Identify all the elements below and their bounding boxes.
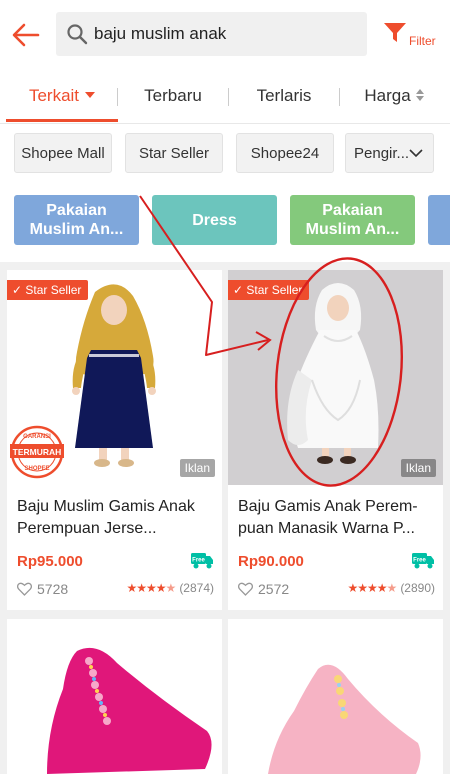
product-card[interactable]: TERMURAH GARANSI SHOPEE ✓ Star Seller Ik… <box>7 270 222 610</box>
badge-label: Star Seller <box>25 283 82 297</box>
chip-shopee24[interactable]: Shopee24 <box>236 133 334 173</box>
like-count-value: 2572 <box>258 581 290 597</box>
tab-label: Terlaris <box>256 86 312 105</box>
pink-hijab-photo <box>7 619 222 774</box>
rating-count: (2890) <box>400 581 435 595</box>
girl-white-gamis-photo <box>228 270 443 485</box>
ad-label: Iklan <box>400 459 436 477</box>
heart-icon <box>238 582 253 596</box>
filter-funnel-icon <box>384 23 406 42</box>
heart-icon <box>17 582 32 596</box>
category-dress[interactable]: Dress <box>152 195 277 245</box>
tab-terbaru[interactable]: Terbaru <box>118 70 228 122</box>
tab-label: Harga <box>364 86 411 105</box>
star-seller-badge: ✓ Star Seller <box>228 280 310 300</box>
tab-harga[interactable]: Harga <box>340 70 448 122</box>
badge-label: Star Seller <box>246 283 303 297</box>
active-tab-indicator <box>6 119 118 122</box>
back-button[interactable] <box>10 19 42 51</box>
rating-stars-icon: ★★★★★ <box>126 581 177 595</box>
filter-label: Filter <box>409 34 436 48</box>
product-title: Baju Gamis Anak Perem-puan Manasik Warna… <box>238 498 418 537</box>
category-shortcuts: Pakaian Muslim An... Dress Pakaian Musli… <box>0 182 450 262</box>
svg-text:GARANSI: GARANSI <box>23 434 51 440</box>
product-card[interactable] <box>7 619 222 774</box>
chip-label: Shopee24 <box>250 145 320 162</box>
product-card[interactable] <box>228 619 443 774</box>
filter-button[interactable]: Filter <box>378 14 444 58</box>
product-card[interactable]: ✓ Star Seller Iklan Baju Gamis Anak Pere… <box>228 270 443 610</box>
rating-stars-icon: ★★★★★ <box>347 581 398 595</box>
tab-terkait[interactable]: Terkait <box>8 70 116 122</box>
star-seller-badge: ✓ Star Seller <box>7 280 89 300</box>
product-image: ✓ Star Seller Iklan <box>228 270 443 485</box>
product-rating: ★★★★★ (2874) <box>127 581 214 595</box>
chip-label: Shopee Mall <box>21 145 105 162</box>
svg-text:SHOPEE: SHOPEE <box>24 466 49 472</box>
category-partial[interactable] <box>428 195 450 245</box>
category-pakaian-muslim-anak[interactable]: Pakaian Muslim An... <box>14 195 139 245</box>
girl-navy-gamis-photo: TERMURAH GARANSI SHOPEE <box>7 270 222 485</box>
quick-filter-chips: Shopee Mall Star Seller Shopee24 Pengir.… <box>0 124 450 182</box>
like-count-value: 5728 <box>37 581 69 597</box>
shopee-search-results-screen: baju muslim anak Filter Terkait Terbaru … <box>0 0 450 774</box>
like-count[interactable]: 2572 <box>238 580 289 598</box>
category-pakaian-muslim-anak-2[interactable]: Pakaian Muslim An... <box>290 195 415 245</box>
sort-arrows-icon <box>415 89 424 102</box>
chip-label: Pengir... <box>354 145 410 162</box>
like-count[interactable]: 5728 <box>17 580 68 598</box>
rating-count: (2874) <box>179 581 214 595</box>
product-title: Baju Muslim Gamis Anak Perempuan Jerse..… <box>17 498 195 537</box>
search-icon <box>67 24 88 45</box>
chevron-down-icon <box>409 149 423 158</box>
top-search-bar: baju muslim anak Filter <box>0 0 450 70</box>
svg-text:TERMURAH: TERMURAH <box>13 447 62 457</box>
free-shipping-icon: Free <box>191 553 213 569</box>
chip-star-seller[interactable]: Star Seller <box>125 133 223 173</box>
caret-down-icon <box>85 92 96 99</box>
product-rating: ★★★★★ (2890) <box>348 581 435 595</box>
tab-label: Terkait <box>28 86 80 105</box>
product-image: TERMURAH GARANSI SHOPEE ✓ Star Seller Ik… <box>7 270 222 485</box>
category-label: Pakaian Muslim An... <box>29 202 124 238</box>
chip-shopee-mall[interactable]: Shopee Mall <box>14 133 112 173</box>
tab-terlaris[interactable]: Terlaris <box>229 70 339 122</box>
ad-label: Iklan <box>179 459 215 477</box>
free-shipping-icon: Free <box>412 553 434 569</box>
garansi-termurah-stamp: TERMURAH GARANSI SHOPEE <box>10 425 64 479</box>
light-pink-hijab-photo <box>228 619 443 774</box>
product-price: Rp95.000 <box>17 553 83 570</box>
sort-tabs: Terkait Terbaru Terlaris Harga <box>0 70 450 124</box>
category-label: Pakaian Muslim An... <box>305 202 400 238</box>
category-label: Dress <box>192 211 237 229</box>
free-shipping-label: Free <box>413 558 426 564</box>
free-shipping-label: Free <box>192 558 205 564</box>
product-price: Rp90.000 <box>238 553 304 570</box>
search-query-text: baju muslim anak <box>94 24 227 43</box>
chip-label: Star Seller <box>138 145 210 162</box>
tab-label: Terbaru <box>144 86 202 105</box>
chip-pengiriman-dropdown[interactable]: Pengir... <box>345 133 434 173</box>
search-input[interactable]: baju muslim anak <box>56 12 367 56</box>
arrow-left-icon <box>12 23 40 47</box>
